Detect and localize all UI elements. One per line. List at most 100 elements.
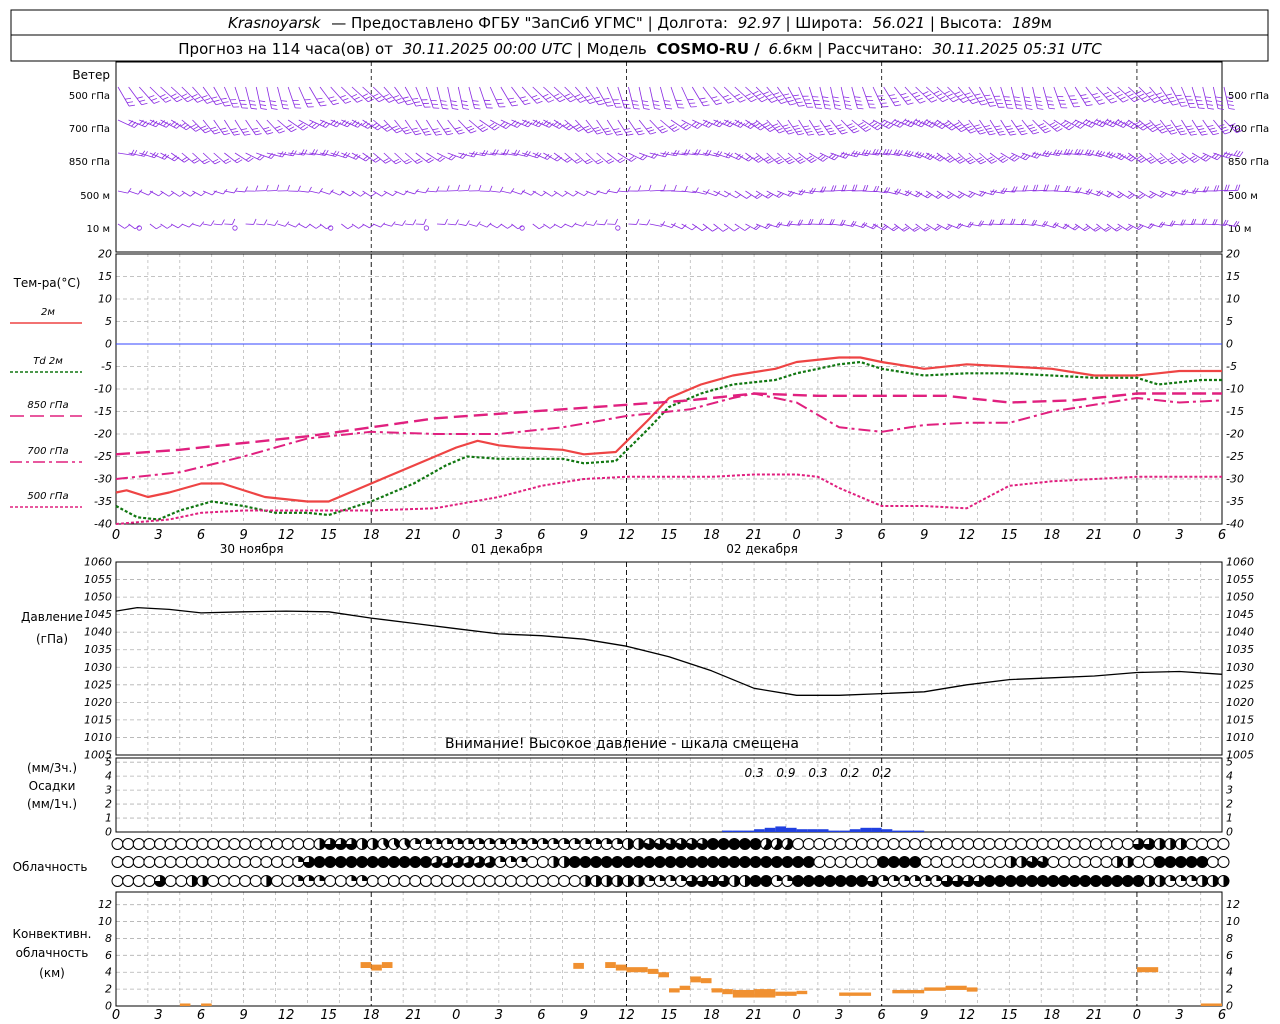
- wind-barb-feather: [276, 128, 283, 132]
- wind-barb: [532, 190, 542, 197]
- precip-bar: [785, 827, 797, 832]
- wind-barb: [830, 119, 843, 135]
- hour-label: 18: [1044, 1008, 1061, 1023]
- wind-barb-feather: [1165, 93, 1172, 96]
- wind-barb-feather: [797, 158, 804, 162]
- wind-barb-feather: [249, 100, 256, 102]
- ytick-right: 10: [1226, 293, 1240, 306]
- ytick-left: 8: [105, 932, 112, 945]
- wind-barb-feather: [1035, 100, 1042, 103]
- wind-barb: [692, 223, 703, 232]
- wind-barb-feather: [1145, 91, 1152, 95]
- wind-barb-feather: [888, 124, 894, 129]
- cloud-circle: [164, 875, 177, 887]
- wind-barb-feather: [712, 227, 718, 232]
- temperature-grid: 20 20 15 15 10 10 5 5 0 0 -5 -5 -10 -10 -15 -15 -20 -20 -2…: [94, 248, 1244, 531]
- wind-barb-feather: [523, 150, 528, 157]
- wind-barb-feather: [1159, 128, 1166, 132]
- wind-barb-feather: [1138, 93, 1145, 97]
- wind-barb-feather: [1180, 133, 1187, 136]
- hour-label: 18: [1044, 528, 1061, 543]
- wind-barb: [787, 86, 799, 107]
- temperature-hour-labels: 0 3 6 9 12 15 18 21 0 3 6 9 12 15 18 21 0 3 6 9 12 15 18 21 0 3 6: [112, 528, 1226, 543]
- cloud-circle: [281, 875, 294, 887]
- cloud-circle: [941, 838, 953, 850]
- wind-barb-feather: [586, 160, 593, 165]
- wind-barb-feather: [1127, 93, 1134, 97]
- wind-barb-feather: [212, 129, 219, 132]
- wind-barb-feather: [672, 149, 677, 156]
- wind-barb-feather: [602, 127, 610, 130]
- wind-barb-feather: [1150, 160, 1157, 164]
- wind-barb-feather: [597, 131, 603, 135]
- wind-barb-feather: [1175, 94, 1182, 97]
- wind-barb-feather: [364, 122, 370, 128]
- wind-barb-feather: [1054, 185, 1058, 191]
- wind-barb-feather: [468, 128, 475, 132]
- cloud-circle: [802, 838, 815, 850]
- cloud-circle: [154, 838, 167, 850]
- ytick-left: 1020: [84, 696, 112, 709]
- wind-barb: [234, 86, 243, 109]
- wind-barb-feather: [1058, 150, 1063, 156]
- wind-barb-feather: [606, 133, 613, 136]
- wind-barb-feather: [1063, 122, 1069, 127]
- wind-barb-feather: [316, 97, 323, 100]
- wind-barb: [415, 190, 426, 194]
- wind-barb: [415, 86, 425, 108]
- wind-barb-feather: [833, 100, 840, 103]
- wind-barb: [490, 223, 498, 229]
- wind-barb: [373, 223, 381, 228]
- wind-barb-feather: [967, 158, 974, 163]
- wind-barb-feather: [1001, 187, 1005, 194]
- wind-barb-feather: [571, 222, 577, 228]
- wind-barb-feather: [976, 96, 983, 99]
- wind-barb-feather: [1233, 150, 1238, 156]
- wind-barb: [947, 86, 964, 103]
- wind-barb-feather: [381, 192, 387, 197]
- wind-barb: [490, 190, 501, 193]
- ytick-right: 1050: [1226, 591, 1254, 604]
- hour-label: 6: [537, 1008, 545, 1023]
- wind-barb-feather: [233, 187, 238, 194]
- wind-barb-feather: [201, 95, 208, 98]
- convective-bar: [179, 1003, 191, 1006]
- wind-barb-feather: [761, 98, 768, 103]
- precip-bar: [902, 830, 914, 832]
- wind-barb: [447, 223, 456, 226]
- wind-barb-feather: [173, 122, 179, 128]
- cloud-fill: [659, 875, 666, 881]
- wind-barb-feather: [1212, 132, 1219, 136]
- wind-barb-feather: [1006, 128, 1013, 131]
- wind-barb-feather: [156, 225, 162, 230]
- wind-barb-feather: [1051, 124, 1058, 128]
- wind-barb-feather: [1190, 133, 1198, 136]
- hour-label: 21: [1086, 1008, 1103, 1023]
- cloud-fill: [606, 838, 613, 844]
- wind-barb-feather: [1178, 156, 1185, 161]
- wind-barb-feather: [1144, 98, 1151, 103]
- wind-barb-feather: [631, 100, 638, 102]
- wind-barb-feather: [1105, 94, 1112, 98]
- cloud-fill: [771, 856, 783, 868]
- latitude-label: Широта:: [795, 14, 862, 32]
- convective-bar: [775, 991, 797, 996]
- wind-barb-feather: [1147, 124, 1154, 128]
- wind-barb-feather: [1094, 96, 1101, 99]
- wind-barb: [681, 223, 693, 231]
- wind-level-label-left: 500 гПа: [69, 91, 110, 102]
- wind-barb-feather: [969, 98, 976, 102]
- wind-barb-feather: [825, 107, 832, 110]
- wind-barb: [426, 119, 437, 136]
- convective-bar: [647, 968, 659, 974]
- wind-barb-feather: [806, 155, 813, 160]
- cloud-fill: [792, 856, 804, 868]
- cloud-circle: [536, 856, 549, 868]
- hour-label: 21: [405, 1008, 422, 1023]
- cloud-circle: [122, 838, 135, 850]
- wind-barb: [405, 223, 414, 226]
- wind-barb-feather: [413, 101, 421, 104]
- convective-bar: [360, 962, 372, 968]
- forecast-label: Прогноз на 114 часа(ов) от: [178, 40, 393, 58]
- wind-barb-feather: [715, 150, 720, 157]
